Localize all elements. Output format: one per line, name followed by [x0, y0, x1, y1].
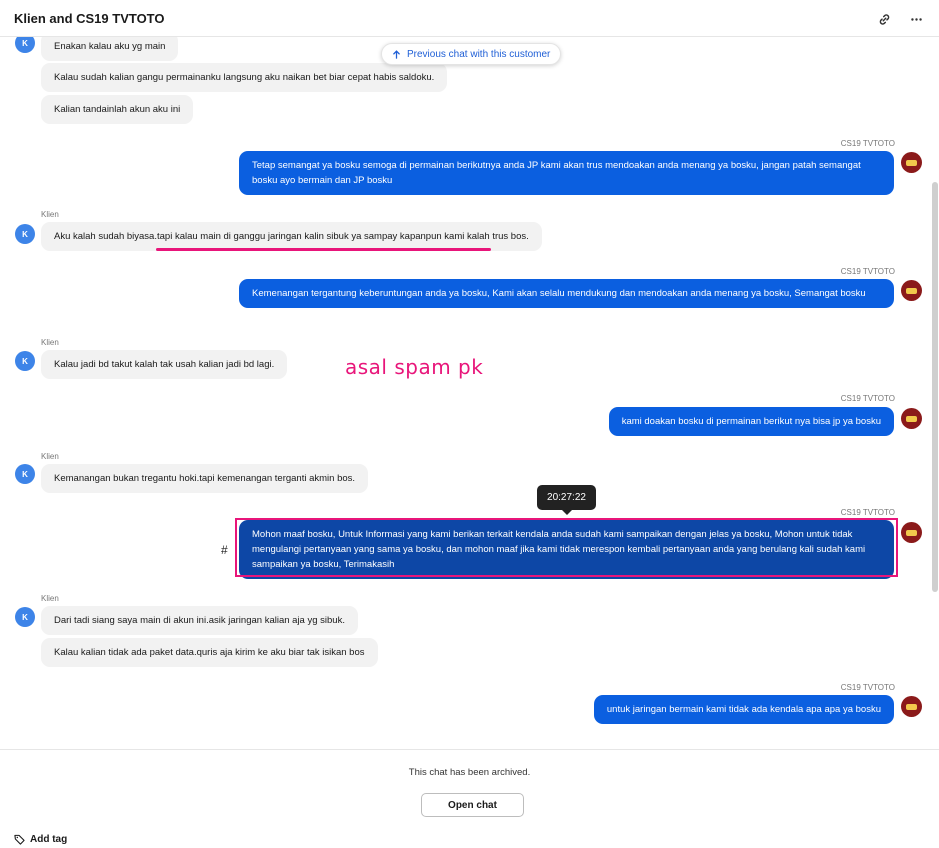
client-message: Kalau jadi bd takut kalah tak usah kalia… [41, 350, 288, 379]
client-avatar: K [15, 224, 35, 244]
annotation-underline [156, 248, 491, 251]
previous-chat-button[interactable]: Previous chat with this customer [381, 43, 562, 65]
chat-footer: This chat has been archived. Open chat A… [0, 749, 939, 848]
client-avatar: K [15, 607, 35, 627]
client-message: Kalau kalian tidak ada paket data.quris … [41, 638, 378, 667]
arrow-up-icon [393, 49, 400, 59]
agent-message: Tetap semangat ya bosku semoga di permai… [239, 151, 894, 195]
annotation-text: asal spam pk [345, 355, 484, 379]
agent-avatar [901, 408, 922, 429]
client-sender-name: Klien [41, 338, 59, 347]
chat-window: Klien and CS19 TVTOTO Previous chat with… [0, 0, 939, 848]
client-message: Aku kalah sudah biyasa.tapi kalau main d… [41, 222, 542, 251]
message-list[interactable]: Previous chat with this customer K Enaka… [0, 37, 939, 749]
add-tag-label: Add tag [30, 834, 68, 845]
client-sender-name: Klien [41, 210, 59, 219]
client-avatar: K [15, 464, 35, 484]
timestamp-tooltip: 20:27:22 [537, 485, 596, 515]
agent-avatar [901, 280, 922, 301]
client-message: Kemanangan bukan tregantu hoki.tapi keme… [41, 464, 369, 493]
link-icon[interactable] [875, 10, 893, 28]
client-message: Kalian tandainlah akun aku ini [41, 95, 194, 124]
agent-sender-name: CS19 TVTOTO [840, 139, 895, 148]
client-message: Kalau sudah kalian gangu permainanku lan… [41, 63, 448, 92]
client-message: Dari tadi siang saya main di akun ini.as… [41, 606, 358, 635]
header-actions [875, 10, 925, 28]
annotation-highlight-box [235, 518, 898, 577]
tag-icon [14, 834, 25, 845]
agent-avatar [901, 522, 922, 543]
chat-header: Klien and CS19 TVTOTO [0, 0, 939, 37]
open-chat-button[interactable]: Open chat [421, 793, 524, 817]
client-sender-name: Klien [41, 594, 59, 603]
client-avatar: K [15, 351, 35, 371]
agent-message: Kemenangan tergantung keberuntungan anda… [239, 279, 894, 308]
more-horizontal-icon[interactable] [907, 10, 925, 28]
agent-message: kami doakan bosku di permainan berikut n… [608, 407, 894, 436]
agent-message: untuk jaringan bermain kami tidak ada ke… [593, 695, 894, 724]
archived-notice: This chat has been archived. [408, 767, 531, 778]
agent-sender-name: CS19 TVTOTO [840, 267, 895, 276]
client-avatar: K [15, 37, 35, 53]
agent-sender-name: CS19 TVTOTO [840, 394, 895, 403]
hash-mark: # [221, 543, 228, 557]
client-message: Enakan kalau aku yg main [41, 37, 179, 61]
client-sender-name: Klien [41, 452, 59, 461]
add-tag-button[interactable]: Add tag [14, 834, 67, 845]
agent-sender-name: CS19 TVTOTO [840, 683, 895, 692]
scrollbar-thumb[interactable] [932, 182, 938, 592]
previous-chat-label: Previous chat with this customer [407, 48, 551, 60]
agent-avatar [901, 696, 922, 717]
agent-sender-name: CS19 TVTOTO [840, 508, 895, 517]
chat-title: Klien and CS19 TVTOTO [14, 10, 165, 26]
agent-avatar [901, 152, 922, 173]
